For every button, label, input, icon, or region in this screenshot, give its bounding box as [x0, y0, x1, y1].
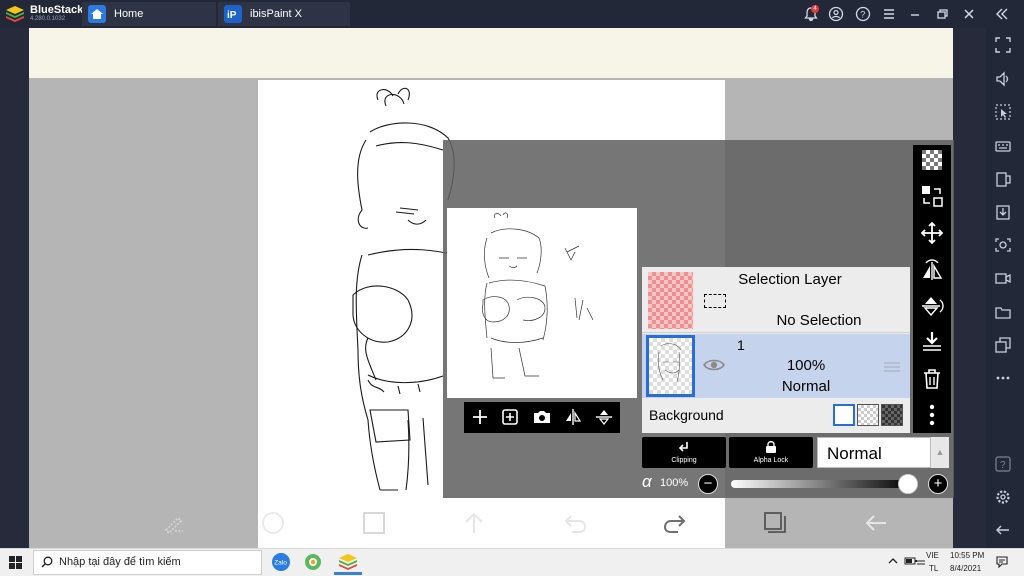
- multi-instance-icon[interactable]: [994, 336, 1012, 354]
- screen-rotate-icon[interactable]: [994, 170, 1012, 188]
- layer-number: 1: [737, 337, 745, 353]
- blend-mode-dropdown-arrow-icon[interactable]: ▲: [931, 437, 949, 468]
- svg-text:?: ?: [860, 10, 865, 20]
- up-arrow-icon[interactable]: [461, 510, 487, 536]
- layer-blend-mode: Normal: [781, 378, 831, 395]
- bluestacks-taskbar-icon[interactable]: [337, 552, 359, 572]
- volume-icon[interactable]: [994, 70, 1012, 88]
- opacity-increase-button[interactable]: +: [928, 474, 948, 494]
- tray-chevron-icon[interactable]: [888, 556, 898, 566]
- svg-text:Zalo: Zalo: [274, 560, 287, 567]
- alpha-symbol: α: [642, 472, 652, 491]
- preview-sketch: [482, 212, 594, 379]
- search-placeholder: Nhập tại đây để tìm kiếm: [59, 556, 181, 568]
- back-icon[interactable]: [994, 521, 1012, 539]
- home-icon: [88, 5, 106, 23]
- background-label: Background: [649, 407, 724, 423]
- merge-down-icon[interactable]: [920, 330, 944, 354]
- help-icon[interactable]: ?: [994, 455, 1012, 473]
- menu-icon[interactable]: [881, 6, 897, 22]
- close-icon[interactable]: [961, 6, 977, 22]
- tab-home[interactable]: Home: [82, 2, 216, 26]
- notification-badge: 4: [811, 5, 819, 13]
- ibispaint-app-icon: iP: [224, 5, 242, 23]
- swap-layers-icon[interactable]: [920, 184, 944, 208]
- more-options-icon[interactable]: [920, 403, 944, 427]
- app-top-strip: [29, 28, 953, 78]
- transparency-checker-icon[interactable]: [920, 148, 944, 172]
- more-icon[interactable]: [994, 369, 1012, 387]
- canvas-preview[interactable]: [447, 208, 637, 398]
- active-app-indicator: [334, 572, 362, 575]
- selection-layer-title: Selection Layer: [738, 271, 842, 288]
- network-icon[interactable]: [916, 556, 926, 566]
- tab-ibispaint-label: ibisPaint X: [250, 8, 302, 20]
- selection-rect-icon: [704, 294, 726, 308]
- visibility-eye-icon[interactable]: [702, 356, 726, 374]
- selection-status: No Selection: [776, 312, 862, 329]
- windows-start-icon[interactable]: [9, 556, 22, 569]
- layer-opacity: 100%: [786, 357, 826, 374]
- delete-layer-icon[interactable]: [920, 367, 944, 391]
- add-layer-icon[interactable]: [470, 407, 490, 427]
- folder-icon[interactable]: [994, 303, 1012, 321]
- coccoc-browser-icon[interactable]: [302, 552, 324, 572]
- layer-thumbnail: [646, 335, 695, 397]
- clipping-icon: [677, 440, 691, 454]
- record-icon[interactable]: [994, 269, 1012, 287]
- clock-date[interactable]: 8/4/2021: [950, 564, 981, 573]
- app-name: BlueStacks: [30, 4, 90, 16]
- drag-handle-icon[interactable]: [883, 360, 901, 374]
- color-square-icon[interactable]: [361, 510, 387, 536]
- background-transparent-swatch[interactable]: [857, 404, 879, 426]
- language-indicator-sub: TL: [929, 564, 939, 573]
- undo-icon[interactable]: [562, 510, 588, 536]
- action-center-icon[interactable]: [996, 556, 1008, 568]
- search-icon: [41, 556, 53, 568]
- flip-layer-vertical-icon[interactable]: [920, 294, 944, 318]
- redo-icon[interactable]: [662, 510, 688, 536]
- opacity-slider[interactable]: [731, 480, 912, 488]
- app-version: 4.280.0.1032: [30, 16, 66, 22]
- opacity-slider-knob[interactable]: [898, 474, 918, 494]
- help-icon[interactable]: ?: [855, 6, 871, 22]
- opacity-value: 100%: [660, 477, 689, 489]
- tab-home-label: Home: [114, 8, 144, 20]
- duplicate-layer-icon[interactable]: [500, 407, 520, 427]
- flip-horizontal-icon[interactable]: [563, 407, 583, 427]
- alpha-lock-label: Alpha Lock: [753, 457, 789, 464]
- screenshot-icon[interactable]: [994, 236, 1012, 254]
- collapse-sidebar-icon[interactable]: [994, 6, 1010, 22]
- svg-text:?: ?: [1000, 460, 1006, 471]
- clock-time[interactable]: 10:55 PM: [950, 551, 984, 560]
- flip-layer-horizontal-icon[interactable]: [920, 258, 944, 282]
- opacity-decrease-button[interactable]: −: [698, 474, 718, 494]
- install-apk-icon[interactable]: [994, 203, 1012, 221]
- background-white-swatch[interactable]: [833, 404, 855, 426]
- brush-circle-icon[interactable]: [260, 510, 286, 536]
- restore-icon[interactable]: [934, 6, 950, 22]
- camera-icon[interactable]: [532, 407, 552, 427]
- fullscreen-icon[interactable]: [994, 36, 1012, 54]
- background-dark-swatch[interactable]: [881, 404, 903, 426]
- zalo-app-icon[interactable]: Zalo: [270, 552, 292, 572]
- settings-icon[interactable]: [994, 488, 1012, 506]
- account-icon[interactable]: [828, 6, 844, 22]
- selection-layer-thumbnail: [648, 272, 693, 329]
- layers-icon[interactable]: [762, 510, 788, 536]
- blend-mode-select[interactable]: Normal: [817, 437, 931, 468]
- bluestacks-logo-icon: [6, 6, 24, 22]
- keyboard-icon[interactable]: [994, 137, 1012, 155]
- move-icon[interactable]: [920, 221, 944, 245]
- flip-vertical-icon[interactable]: [594, 407, 614, 427]
- language-indicator[interactable]: VIE: [926, 551, 939, 560]
- minimize-icon[interactable]: [907, 6, 923, 22]
- clipping-label: Clipping: [671, 457, 697, 464]
- back-arrow-icon[interactable]: [863, 510, 889, 536]
- svg-text:iP: iP: [227, 10, 237, 21]
- lock-icon: [764, 440, 778, 454]
- pen-tool-icon[interactable]: [160, 510, 186, 536]
- cursor-icon[interactable]: [994, 103, 1012, 121]
- tab-ibispaint[interactable]: iP ibisPaint X: [218, 2, 350, 26]
